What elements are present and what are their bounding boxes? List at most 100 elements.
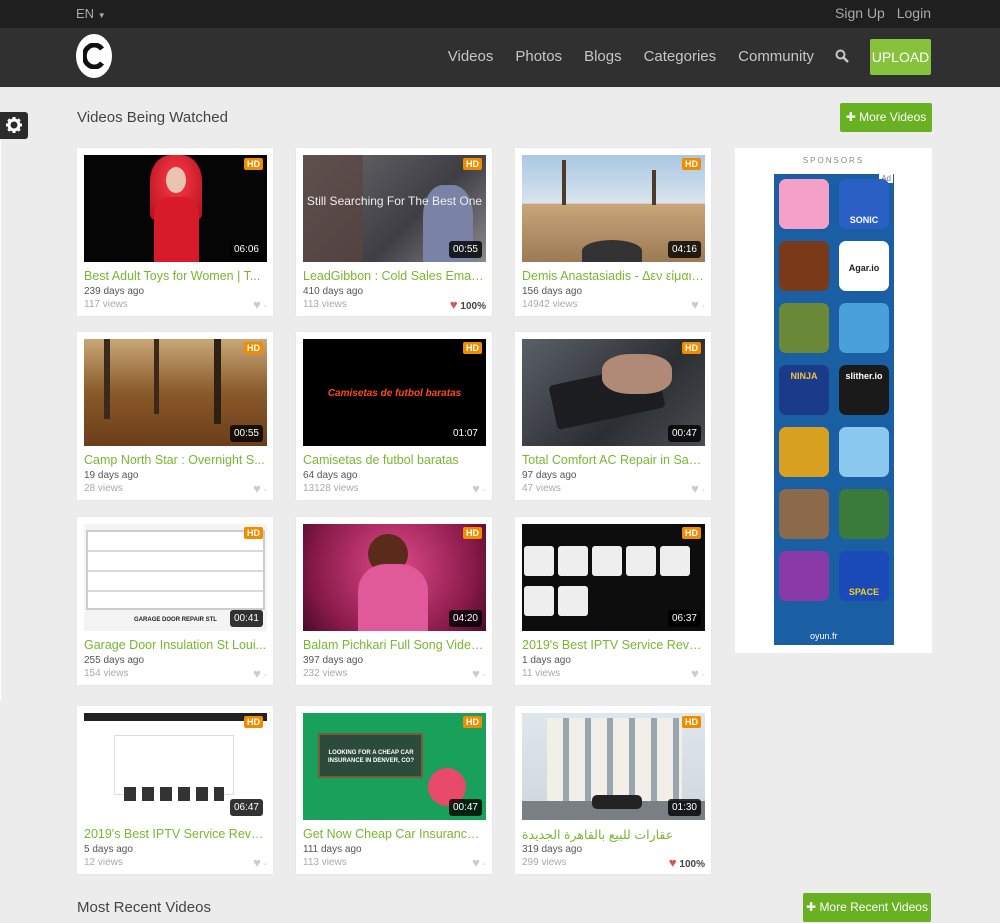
video-card[interactable]: HD 06:47 2019's Best IPTV Service Reveal… [77, 706, 273, 874]
login-link[interactable]: Login [897, 5, 931, 21]
caret-down-icon: ▼ [97, 11, 106, 20]
video-rating: ♥ - [472, 481, 486, 496]
video-card[interactable]: HD 04:20 Balam Pichkari Full Song Video.… [296, 517, 492, 685]
language-selector[interactable]: EN ▼ [76, 6, 106, 21]
video-thumbnail[interactable]: GARAGE DOOR REPAIR STL HD 00:41 [84, 524, 267, 631]
video-age: 1 days ago [522, 655, 571, 666]
heart-icon: ♥ [691, 481, 699, 496]
game-tile[interactable] [779, 551, 829, 601]
rating-value: 100% [679, 859, 705, 870]
rating-value: - [263, 301, 267, 312]
game-tile[interactable] [779, 179, 829, 229]
video-title[interactable]: Balam Pichkari Full Song Video... [303, 638, 486, 652]
game-tile[interactable]: Agar.io [839, 241, 889, 291]
video-age: 156 days ago [522, 286, 583, 297]
game-tile[interactable] [839, 427, 889, 477]
video-views: 11 views [522, 668, 561, 679]
nav-categories[interactable]: Categories [644, 48, 717, 65]
game-tile[interactable]: SPACE [839, 551, 889, 601]
video-title[interactable]: Garage Door Insulation St Loui... [84, 638, 267, 652]
video-title[interactable]: Demis Anastasiadis - Δεν είμαι ... [522, 269, 705, 283]
upload-button[interactable]: UPLOAD [870, 39, 931, 75]
search-icon[interactable] [835, 49, 849, 63]
video-thumbnail[interactable]: Still Searching For The Best One HD 00:5… [303, 155, 486, 262]
game-tile[interactable]: slither.io [839, 365, 889, 415]
video-thumbnail[interactable]: HD 00:47 [522, 339, 705, 446]
more-videos-button[interactable]: ✚ More Videos [840, 103, 932, 132]
nav-photos[interactable]: Photos [515, 48, 562, 65]
video-title[interactable]: Total Comfort AC Repair in San... [522, 453, 705, 467]
video-rating: ♥ - [253, 297, 267, 312]
video-age: 410 days ago [303, 286, 364, 297]
game-tile[interactable] [779, 489, 829, 539]
video-title[interactable]: 2019's Best IPTV Service Reveal... [522, 638, 705, 652]
nav-videos[interactable]: Videos [448, 48, 494, 65]
video-thumbnail[interactable]: HD 01:30 [522, 713, 705, 820]
signup-link[interactable]: Sign Up [835, 5, 885, 21]
more-recent-videos-button[interactable]: ✚ More Recent Videos [803, 893, 931, 922]
hd-badge: HD [244, 158, 263, 170]
rating-value: - [482, 859, 486, 870]
hd-badge: HD [682, 342, 701, 354]
video-title[interactable]: Camisetas de futbol baratas [303, 453, 486, 467]
video-age: 64 days ago [303, 470, 358, 481]
language-label: EN [76, 6, 95, 21]
game-ad-banner[interactable]: Ad SONIC Agar.io NINJA slither.io SPACE … [774, 174, 894, 645]
video-card[interactable]: Still Searching For The Best One HD 00:5… [296, 148, 492, 316]
video-title[interactable]: عقارات للبيع بالقاهرة الجديدة [522, 827, 705, 842]
game-tile[interactable] [779, 303, 829, 353]
video-rating: ♥ - [691, 481, 705, 496]
video-thumbnail[interactable]: HD 00:55 [84, 339, 267, 446]
video-thumbnail[interactable]: HD 04:16 [522, 155, 705, 262]
video-thumbnail[interactable]: HD 06:47 [84, 713, 267, 820]
game-tile[interactable]: SONIC [839, 179, 889, 229]
nav-community[interactable]: Community [738, 48, 814, 65]
sponsors-label: SPONSORS [802, 156, 865, 165]
video-thumbnail[interactable]: LOOKING FOR A CHEAP CAR INSURANCE IN DEN… [303, 713, 486, 820]
video-card[interactable]: LOOKING FOR A CHEAP CAR INSURANCE IN DEN… [296, 706, 492, 874]
heart-icon: ♥ [253, 481, 261, 496]
game-name: SPACE [848, 587, 880, 597]
video-card[interactable]: Camisetas de futbol baratas HD 01:07 Cam… [296, 332, 492, 500]
duration-label: 04:16 [667, 241, 701, 258]
settings-toggle[interactable] [0, 112, 28, 139]
video-card[interactable]: HD 00:47 Total Comfort AC Repair in San.… [515, 332, 711, 500]
game-tile[interactable] [839, 303, 889, 353]
ad-footer-text: oyun.fr [810, 631, 838, 641]
video-thumbnail[interactable]: HD 04:20 [303, 524, 486, 631]
duration-label: 00:47 [667, 425, 701, 442]
video-thumbnail[interactable]: HD 06:06 [84, 155, 267, 262]
video-title[interactable]: LeadGibbon : Cold Sales Email ... [303, 269, 486, 283]
rating-value: - [263, 485, 267, 496]
game-tile[interactable] [779, 241, 829, 291]
video-title[interactable]: 2019's Best IPTV Service Reveal... [84, 827, 267, 841]
more-videos-label: More Videos [859, 110, 927, 124]
video-thumbnail[interactable]: HD 06:37 [522, 524, 705, 631]
nav-blogs[interactable]: Blogs [584, 48, 622, 65]
heart-icon: ♥ [472, 855, 480, 870]
left-edge-strip [0, 140, 1, 700]
video-card[interactable]: HD 01:30 عقارات للبيع بالقاهرة الجديدة 3… [515, 706, 711, 874]
hd-badge: HD [463, 716, 482, 728]
video-title[interactable]: Camp North Star : Overnight S... [84, 453, 267, 467]
video-card[interactable]: HD 04:16 Demis Anastasiadis - Δεν είμαι … [515, 148, 711, 316]
video-thumbnail[interactable]: Camisetas de futbol baratas HD 01:07 [303, 339, 486, 446]
game-tile[interactable]: NINJA [779, 365, 829, 415]
video-views: 113 views [303, 299, 347, 310]
video-title[interactable]: Get Now Cheap Car Insurance ... [303, 827, 486, 841]
site-logo[interactable] [76, 34, 112, 78]
logo-c-icon [83, 43, 104, 69]
hd-badge: HD [463, 527, 482, 539]
video-title[interactable]: Best Adult Toys for Women | T... [84, 269, 267, 283]
plus-icon: ✚ [845, 110, 856, 124]
video-card[interactable]: HD 06:06 Best Adult Toys for Women | T..… [77, 148, 273, 316]
heart-icon: ♥ [472, 481, 480, 496]
video-age: 397 days ago [303, 655, 364, 666]
game-tile[interactable] [839, 489, 889, 539]
video-views: 117 views [84, 299, 128, 310]
video-card[interactable]: HD 06:37 2019's Best IPTV Service Reveal… [515, 517, 711, 685]
thumbnail-overlay-text: LOOKING FOR A CHEAP CAR INSURANCE IN DEN… [327, 750, 414, 764]
game-tile[interactable] [779, 427, 829, 477]
video-card[interactable]: GARAGE DOOR REPAIR STL HD 00:41 Garage D… [77, 517, 273, 685]
video-card[interactable]: HD 00:55 Camp North Star : Overnight S..… [77, 332, 273, 500]
